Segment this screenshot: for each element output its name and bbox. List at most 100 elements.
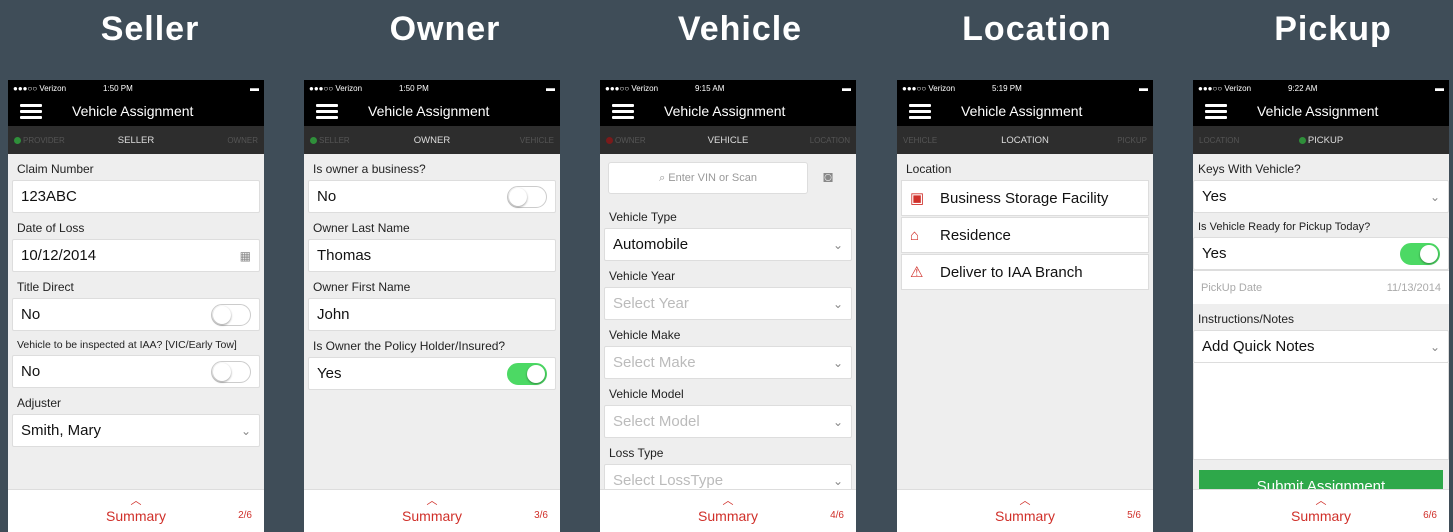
menu-icon[interactable] — [316, 103, 338, 119]
first-name-field[interactable]: John — [308, 298, 556, 331]
summary-label[interactable]: Summary — [8, 508, 264, 524]
last-name-field[interactable]: Thomas — [308, 239, 556, 272]
vin-search[interactable]: ⌕ Enter VIN or Scan — [608, 162, 808, 194]
policy-toggle[interactable] — [507, 362, 547, 385]
chevron-up-icon: ︿ — [722, 495, 734, 507]
business-label: Is owner a business? — [313, 162, 426, 176]
search-icon: ⌕ — [659, 171, 669, 184]
summary-label[interactable]: Summary — [1193, 508, 1449, 524]
title-direct-toggle[interactable] — [211, 303, 251, 326]
make-select[interactable]: Select Make ⌄ — [604, 346, 852, 379]
page-indicator: 6/6 — [1423, 510, 1437, 521]
ready-label: Is Vehicle Ready for Pickup Today? — [1198, 221, 1371, 233]
app-title: Vehicle Assignment — [961, 103, 1083, 119]
step-current: VEHICLE — [707, 134, 749, 146]
summary-label[interactable]: Summary — [600, 508, 856, 524]
phone-seller: ●●●○○ Verizon 1:50 PM ▬ Vehicle Assignme… — [8, 80, 264, 532]
last-name-label: Owner Last Name — [313, 221, 410, 235]
incomplete-icon — [606, 136, 613, 144]
check-icon — [1298, 136, 1306, 144]
summary-bar[interactable]: ︿ Summary 4/6 — [600, 489, 856, 532]
summary-bar[interactable]: ︿ Summary 5/6 — [897, 489, 1153, 532]
nav-bar: Vehicle Assignment — [897, 96, 1153, 126]
business-toggle[interactable] — [507, 185, 547, 208]
iaa-logo-icon: ⚠ — [910, 264, 924, 281]
carrier: ●●●○○ Verizon — [309, 83, 363, 93]
notes-label: Instructions/Notes — [1198, 312, 1295, 326]
step-prev[interactable]: SELLER — [304, 136, 380, 145]
summary-bar[interactable]: ︿ Summary 2/6 — [8, 489, 264, 532]
carrier: ●●●○○ Verizon — [902, 83, 956, 93]
summary-bar[interactable]: ︿ Summary 3/6 — [304, 489, 560, 532]
ready-row: Yes — [1193, 237, 1449, 270]
step-next[interactable]: LOCATION — [780, 136, 856, 145]
dol-label: Date of Loss — [17, 221, 85, 235]
type-select[interactable]: Automobile ⌄ — [604, 228, 852, 261]
step-current: LOCATION — [1001, 134, 1049, 146]
step-prev[interactable]: LOCATION — [1193, 136, 1269, 145]
year-label: Vehicle Year — [609, 269, 676, 283]
step-current: SELLER — [117, 134, 155, 146]
step-prev[interactable]: VEHICLE — [897, 136, 973, 145]
keys-select[interactable]: Yes ⌄ — [1193, 180, 1449, 213]
step-prev[interactable]: PROVIDER — [8, 136, 84, 145]
nav-bar: Vehicle Assignment — [304, 96, 560, 126]
camera-icon[interactable]: ◙ — [808, 169, 848, 187]
app-title: Vehicle Assignment — [1257, 103, 1379, 119]
clock: 9:15 AM — [695, 83, 725, 93]
chevron-up-icon: ︿ — [130, 495, 142, 507]
app-title: Vehicle Assignment — [664, 103, 786, 119]
adjuster-select[interactable]: Smith, Mary ⌄ — [12, 414, 260, 447]
quick-notes-select[interactable]: Add Quick Notes ⌄ — [1193, 330, 1449, 363]
location-label: Location — [906, 162, 952, 176]
status-bar: ●●●○○ Verizon 9:22 AM ▬ — [1193, 80, 1449, 96]
location-residence[interactable]: ⌂ Residence — [901, 217, 1149, 253]
summary-label[interactable]: Summary — [897, 508, 1153, 524]
pickup-date-value: 11/13/2014 — [1386, 281, 1441, 294]
storage-icon: ▣ — [910, 190, 925, 207]
location-list: ▣ Business Storage Facility ⌂ Residence ⚠ D… — [901, 180, 1149, 290]
menu-icon[interactable] — [1205, 103, 1227, 119]
inspect-toggle[interactable] — [211, 360, 251, 383]
chevron-down-icon: ⌄ — [832, 355, 843, 370]
summary-bar[interactable]: ︿ Summary 6/6 — [1193, 489, 1449, 532]
title-location: Location — [962, 10, 1112, 48]
page-indicator: 3/6 — [534, 510, 548, 521]
first-name-label: Owner First Name — [313, 280, 411, 294]
chevron-down-icon: ⌄ — [832, 473, 843, 488]
location-business-storage[interactable]: ▣ Business Storage Facility — [901, 180, 1149, 216]
inspect-label: Vehicle to be inspected at IAA? [VIC/Ear… — [17, 339, 237, 351]
nav-bar: Vehicle Assignment — [600, 96, 856, 126]
phone-location: ●●●○○ Verizon 5:19 PM ▬ Vehicle Assignme… — [897, 80, 1153, 532]
claim-field[interactable]: 123ABC — [12, 180, 260, 213]
type-label: Vehicle Type — [609, 210, 677, 224]
step-bar: VEHICLE LOCATION PICKUP — [897, 126, 1153, 154]
step-next[interactable]: VEHICLE — [484, 136, 560, 145]
business-row: No — [308, 180, 556, 213]
page-indicator: 2/6 — [238, 510, 252, 521]
summary-label[interactable]: Summary — [304, 508, 560, 524]
menu-icon[interactable] — [20, 103, 42, 119]
adjuster-label: Adjuster — [17, 396, 62, 410]
step-next[interactable]: OWNER — [188, 136, 264, 145]
model-select[interactable]: Select Model ⌄ — [604, 405, 852, 438]
inspect-row: No — [12, 355, 260, 388]
status-bar: ●●●○○ Verizon 5:19 PM ▬ — [897, 80, 1153, 96]
chevron-up-icon: ︿ — [1315, 495, 1327, 507]
location-iaa-branch[interactable]: ⚠ Deliver to IAA Branch — [901, 254, 1149, 290]
calendar-icon[interactable]: ▦ — [240, 249, 251, 263]
battery-icon: ▬ — [546, 83, 555, 93]
step-next[interactable]: PICKUP — [1077, 136, 1153, 145]
step-prev[interactable]: OWNER — [600, 136, 676, 145]
chevron-down-icon: ⌄ — [832, 296, 843, 311]
carrier: ●●●○○ Verizon — [1198, 83, 1252, 93]
menu-icon[interactable] — [909, 103, 931, 119]
chevron-up-icon: ︿ — [1019, 495, 1031, 507]
year-select[interactable]: Select Year ⌄ — [604, 287, 852, 320]
home-icon: ⌂ — [910, 226, 920, 244]
menu-icon[interactable] — [612, 103, 634, 119]
ready-toggle[interactable] — [1400, 242, 1440, 265]
pickup-date-field[interactable]: PickUp Date 11/13/2014 — [1193, 270, 1449, 304]
dol-field[interactable]: 10/12/2014 ▦ — [12, 239, 260, 272]
notes-textarea[interactable] — [1193, 363, 1449, 460]
